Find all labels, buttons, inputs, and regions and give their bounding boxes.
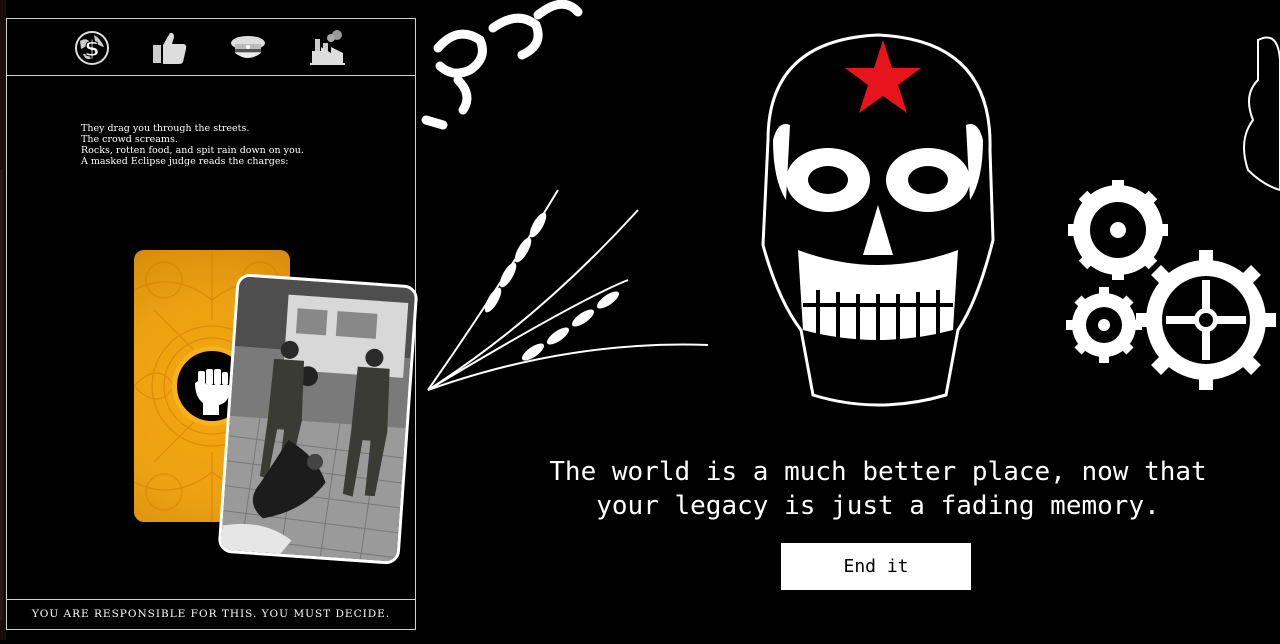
wheat-icon (427, 189, 709, 391)
event-photo-card[interactable] (217, 272, 419, 566)
end-it-button[interactable]: End it (781, 543, 971, 590)
ending-line-1: The world is a much better place, now th… (549, 457, 1207, 487)
ending-message: The world is a much better place, now th… (518, 455, 1238, 523)
soldiers-dragging-person-photo (220, 276, 416, 562)
story-line: They drag you through the streets. (81, 123, 250, 134)
game-panel: $ They drag you through the streets. The… (6, 18, 419, 630)
factory-icon (307, 27, 349, 69)
story-text: They drag you through the streets. The c… (81, 123, 381, 167)
svg-text:$: $ (84, 37, 99, 62)
money-globe-icon: $ (71, 27, 113, 69)
footer-message: YOU ARE RESPONSIBLE FOR THIS. YOU MUST D… (7, 599, 415, 629)
stat-bar: $ (7, 19, 415, 76)
map-fragment-icon (1243, 36, 1280, 192)
story-line: The crowd screams. (81, 134, 178, 145)
chain-icon (421, 0, 583, 130)
ending-line-2: your legacy is just a fading memory. (596, 491, 1160, 521)
story-line: A masked Eclipse judge reads the charges… (81, 156, 289, 167)
officer-cap-icon (227, 27, 269, 69)
story-line: Rocks, rotten food, and spit rain down o… (81, 145, 304, 156)
gears-icon (1066, 180, 1276, 390)
thumbs-up-icon (149, 27, 191, 69)
